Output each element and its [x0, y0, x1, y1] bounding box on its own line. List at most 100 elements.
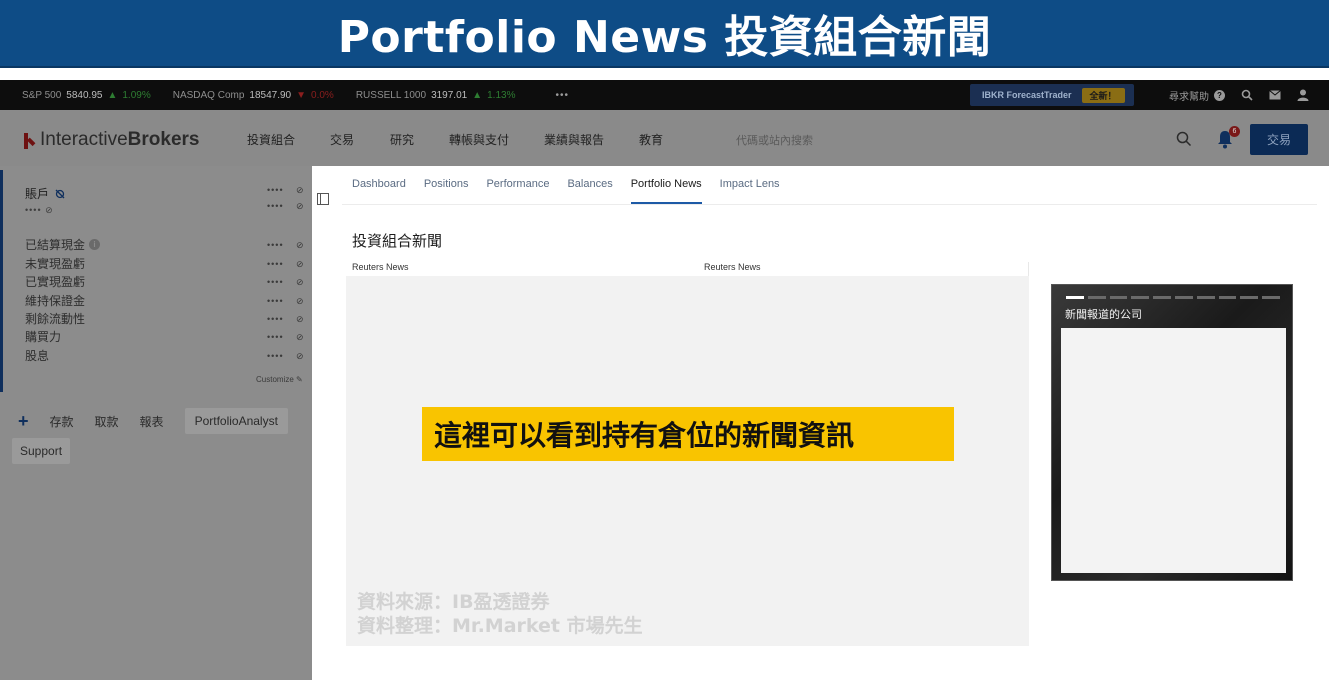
promo-label: IBKR ForecastTrader [982, 90, 1072, 100]
statements-button[interactable]: 報表 [140, 413, 164, 430]
hide-value-icon[interactable]: ⊘ [296, 296, 304, 307]
ibkr-logo[interactable]: Interactive Brokers [22, 129, 199, 151]
hide-value-icon[interactable]: ⊘ [296, 240, 304, 251]
nav-transfer-pay[interactable]: 轉帳與支付 [449, 131, 509, 148]
metric-label: 已結算現金 [25, 238, 86, 252]
deposit-button[interactable]: 存款 [50, 413, 74, 430]
masked-value: •••• [267, 240, 284, 250]
trade-button[interactable]: 交易 [1250, 124, 1308, 155]
hide-value-icon[interactable]: ⊘ [296, 314, 304, 325]
page-banner: Portfolio News 投資組合新聞 [0, 0, 1329, 68]
metric-unrealized-pnl: 未實現盈虧 [25, 255, 85, 272]
story-progress [1066, 296, 1280, 299]
account-title[interactable]: 賬戶 [25, 185, 65, 202]
account-title-label: 賬戶 [25, 187, 50, 201]
metric-settled-cash: 已結算現金 i [25, 236, 101, 253]
metric-label: 購買力 [25, 330, 62, 344]
source-credit: 資料來源：IB盈透證券 [357, 591, 550, 613]
metric-label: 剩餘流動性 [25, 312, 86, 326]
masked-text: •••• [25, 205, 42, 215]
masked-value: •••• [267, 277, 284, 287]
hide-value-icon[interactable]: ⊘ [296, 277, 304, 288]
tab-performance[interactable]: Performance [486, 178, 549, 204]
down-arrow-icon: ▼ [296, 89, 307, 101]
withdraw-button[interactable]: 取款 [95, 413, 119, 430]
ticker-sp500[interactable]: S&P 500 5840.95 ▲ 1.09% [22, 90, 151, 101]
key-search-icon[interactable] [1241, 89, 1253, 101]
banner-title: Portfolio News 投資組合新聞 [337, 12, 992, 63]
masked-value: •••• [267, 201, 284, 211]
hide-value-icon[interactable]: ⊘ [296, 351, 304, 362]
forecasttrader-promo[interactable]: IBKR ForecastTrader 全新！ [970, 84, 1134, 106]
masked-value: •••• [267, 259, 284, 269]
ticker-name: S&P 500 [22, 89, 62, 101]
tab-balances[interactable]: Balances [567, 178, 612, 204]
market-ticker-bar: S&P 500 5840.95 ▲ 1.09% NASDAQ Comp 1854… [0, 80, 1329, 110]
mail-icon[interactable] [1269, 90, 1281, 100]
ticker-value: 18547.90 [249, 89, 292, 101]
ticker-value: 5840.95 [66, 89, 103, 101]
metric-realized-pnl: 已實現盈虧 [25, 273, 85, 290]
metric-label: 股息 [25, 349, 50, 363]
logo-text-bold: Brokers [127, 129, 200, 150]
ticker-value: 3197.01 [431, 89, 468, 101]
masked-value: •••• [267, 314, 284, 324]
nav-research[interactable]: 研究 [390, 131, 414, 148]
page-title: 投資組合新聞 [352, 233, 443, 250]
eye-off-icon[interactable] [55, 189, 65, 199]
metric-label: 已實現盈虧 [25, 275, 86, 289]
ticker-name: RUSSELL 1000 [355, 89, 427, 101]
ibkr-logo-mark-icon [22, 131, 36, 149]
tab-positions[interactable]: Positions [424, 178, 469, 204]
info-icon[interactable]: i [89, 239, 101, 250]
customize-label: Customize [256, 375, 294, 384]
logo-text-light: Interactive [40, 129, 128, 150]
ticker-russell[interactable]: RUSSELL 1000 3197.01 ▲ 1.13% [356, 90, 516, 101]
nav-education[interactable]: 教育 [639, 131, 663, 148]
help-icon: ? [1214, 89, 1225, 101]
collapse-sidebar-icon[interactable] [317, 193, 329, 205]
news-column-header: Reuters News [352, 262, 409, 272]
ticker-change: 1.09% [122, 89, 151, 101]
up-arrow-icon: ▲ [107, 89, 118, 101]
tab-dashboard[interactable]: Dashboard [352, 178, 406, 204]
masked-value: •••• [267, 351, 284, 361]
account-sidebar: 賬戶 •••• ⊘ •••• ⊘ •••• ⊘ 已結算現金 i 未實現盈虧 已實… [0, 166, 312, 680]
media-card-label: 新聞報道的公司 [1065, 309, 1142, 321]
annotation-callout: 這裡可以看到持有倉位的新聞資訊 [422, 407, 954, 461]
tab-impact-lens[interactable]: Impact Lens [720, 178, 780, 204]
customize-link[interactable]: Customize ✎ [256, 375, 303, 384]
metric-label: 維持保證金 [25, 294, 86, 308]
support-button[interactable]: Support [12, 438, 71, 464]
hide-value-icon[interactable]: ⊘ [296, 201, 304, 212]
nav-portfolio[interactable]: 投資組合 [247, 131, 295, 148]
notification-badge: 6 [1229, 126, 1240, 137]
metric-label: 未實現盈虧 [25, 257, 86, 271]
tab-divider [342, 204, 1317, 205]
author-credit: 資料整理：Mr.Market 市場先生 [357, 615, 643, 637]
news-companies-card[interactable]: 新聞報道的公司 [1051, 284, 1293, 581]
nav-performance-reports[interactable]: 業績與報告 [544, 131, 604, 148]
more-tickers-button[interactable]: ••• [555, 90, 569, 101]
masked-value: •••• [267, 296, 284, 306]
account-number-masked: •••• ⊘ [25, 205, 54, 215]
up-arrow-icon: ▲ [472, 89, 483, 101]
new-badge: 全新！ [1081, 87, 1125, 103]
ticker-change: 0.0% [311, 89, 334, 101]
hide-value-icon[interactable]: ⊘ [296, 185, 304, 196]
tab-portfolio-news[interactable]: Portfolio News [630, 178, 702, 204]
user-icon[interactable] [1297, 89, 1309, 101]
ticker-nasdaq[interactable]: NASDAQ Comp 18547.90 ▼ 0.0% [173, 90, 334, 101]
metric-excess-liquidity: 剩餘流動性 [25, 310, 85, 327]
masked-value: •••• [267, 185, 284, 195]
help-link[interactable]: 尋求幫助 ? [1169, 88, 1225, 103]
site-search-input[interactable]: 代碼或站內搜索 [736, 132, 813, 148]
add-icon[interactable]: + [18, 411, 29, 432]
hide-value-icon[interactable]: ⊘ [296, 332, 304, 343]
news-column-header: Reuters News [704, 262, 761, 272]
search-icon[interactable] [1176, 131, 1192, 147]
account-actions: + 存款 取款 報表 PortfolioAnalyst [18, 408, 288, 434]
portfolioanalyst-button[interactable]: PortfolioAnalyst [184, 408, 288, 434]
nav-trade[interactable]: 交易 [330, 131, 354, 148]
hide-value-icon[interactable]: ⊘ [296, 259, 304, 270]
